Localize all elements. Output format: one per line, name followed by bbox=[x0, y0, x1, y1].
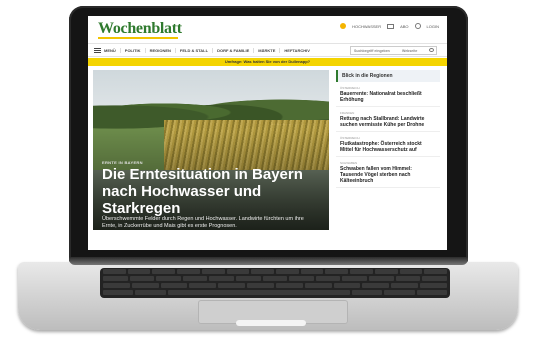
list-item[interactable]: SCHWABEN Schwaben fallen vom Himmel: Tau… bbox=[336, 157, 440, 188]
laptop-hinge bbox=[69, 257, 468, 265]
site-header: Wochenblatt HOCHWASSER ABO LOGIN bbox=[88, 16, 447, 42]
site-logo[interactable]: Wochenblatt bbox=[98, 20, 182, 38]
list-item[interactable]: ÖSTERREICH Flutkatastrophe: Österreich s… bbox=[336, 132, 440, 157]
list-item-title[interactable]: Rettung nach Stallbrand: Landwirte suche… bbox=[340, 116, 436, 128]
search-scope-select[interactable]: Webseite bbox=[399, 49, 417, 53]
abo-link[interactable]: ABO bbox=[400, 24, 408, 29]
hero-lead: Überschwemmte Felder durch Regen und Hoc… bbox=[102, 216, 304, 229]
sidebar-heading: Blick in die Regionen bbox=[336, 70, 440, 82]
survey-banner[interactable]: Umfrage: Was halten Sie von der Dullenap… bbox=[88, 58, 447, 66]
lid-notch bbox=[236, 320, 306, 326]
hero-headline[interactable]: Die Erntesituation in Bayern nach Hochwa… bbox=[102, 166, 322, 217]
nav-item-dorf-familie[interactable]: DORF & FAMILIE bbox=[212, 47, 253, 53]
list-item-title[interactable]: Schwaben fallen vom Himmel: Tausende Vög… bbox=[340, 166, 436, 184]
user-icon[interactable] bbox=[414, 23, 421, 29]
list-item-category: FRANKEN bbox=[340, 111, 355, 115]
list-item[interactable]: FRANKEN Rettung nach Stallbrand: Landwir… bbox=[336, 107, 440, 132]
laptop-screen: Wochenblatt HOCHWASSER ABO LOGIN MENÜ PO… bbox=[88, 16, 447, 250]
header-utilities: HOCHWASSER ABO LOGIN bbox=[340, 23, 439, 29]
menu-label[interactable]: MENÜ bbox=[104, 48, 116, 53]
main-nav: MENÜ POLITIK REGIONEN FELD & STALL DORF … bbox=[88, 43, 447, 57]
login-link[interactable]: LOGIN bbox=[427, 24, 439, 29]
nav-item-maerkte[interactable]: MÄRKTE bbox=[253, 47, 279, 53]
nav-item-regionen[interactable]: REGIONEN bbox=[144, 47, 175, 53]
list-item-category: SCHWABEN bbox=[340, 161, 358, 165]
list-item-title[interactable]: Bauerrente: Nationalrat beschließt Erhöh… bbox=[340, 91, 436, 103]
weather-sun-icon[interactable] bbox=[340, 23, 347, 29]
nav-item-politik[interactable]: POLITIK bbox=[119, 47, 145, 53]
logo-underline bbox=[98, 37, 178, 39]
list-item-title[interactable]: Flutkatastrophe: Österreich stockt Mitte… bbox=[340, 141, 436, 153]
nav-item-heftarchiv[interactable]: HEFTARCHIV bbox=[279, 47, 313, 53]
search-placeholder: Suchbegriff eingeben bbox=[354, 48, 390, 53]
search-input[interactable]: Suchbegriff eingeben Webseite bbox=[350, 46, 437, 55]
hero-article[interactable]: ERNTE IN BAYERN Die Erntesituation in Ba… bbox=[93, 70, 329, 230]
list-item[interactable]: ÖSTERREICH Bauerrente: Nationalrat besch… bbox=[336, 82, 440, 107]
hamburger-icon[interactable] bbox=[94, 47, 101, 53]
regions-sidebar: Blick in die Regionen ÖSTERREICH Bauerre… bbox=[336, 70, 440, 188]
hero-kicker: ERNTE IN BAYERN bbox=[102, 160, 143, 165]
nav-item-feld-stall[interactable]: FELD & STALL bbox=[174, 47, 212, 53]
list-item-category: ÖSTERREICH bbox=[340, 136, 360, 140]
weather-link[interactable]: HOCHWASSER bbox=[352, 24, 381, 29]
search-icon[interactable] bbox=[429, 48, 434, 52]
list-item-category: ÖSTERREICH bbox=[340, 86, 360, 90]
newspaper-icon[interactable] bbox=[387, 23, 395, 29]
keyboard bbox=[100, 268, 450, 298]
